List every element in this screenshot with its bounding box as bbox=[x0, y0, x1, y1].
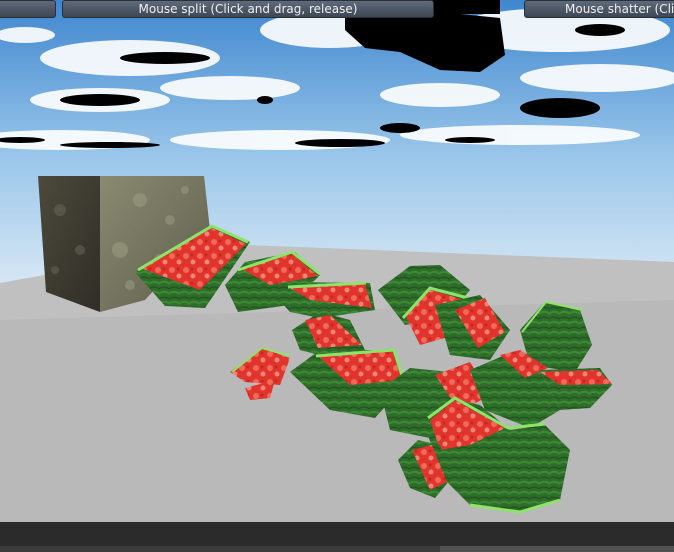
mouse-split-button[interactable]: Mouse split (Click and drag, release) bbox=[62, 0, 434, 18]
mouse-shatter-button[interactable]: Mouse shatter (Clic bbox=[524, 0, 674, 18]
hud-button-left[interactable] bbox=[0, 0, 56, 18]
game-viewport[interactable]: Mouse split (Click and drag, release) Mo… bbox=[0, 0, 674, 552]
bottom-scrollbar-thumb[interactable] bbox=[440, 546, 674, 552]
game-scene[interactable] bbox=[0, 0, 674, 552]
